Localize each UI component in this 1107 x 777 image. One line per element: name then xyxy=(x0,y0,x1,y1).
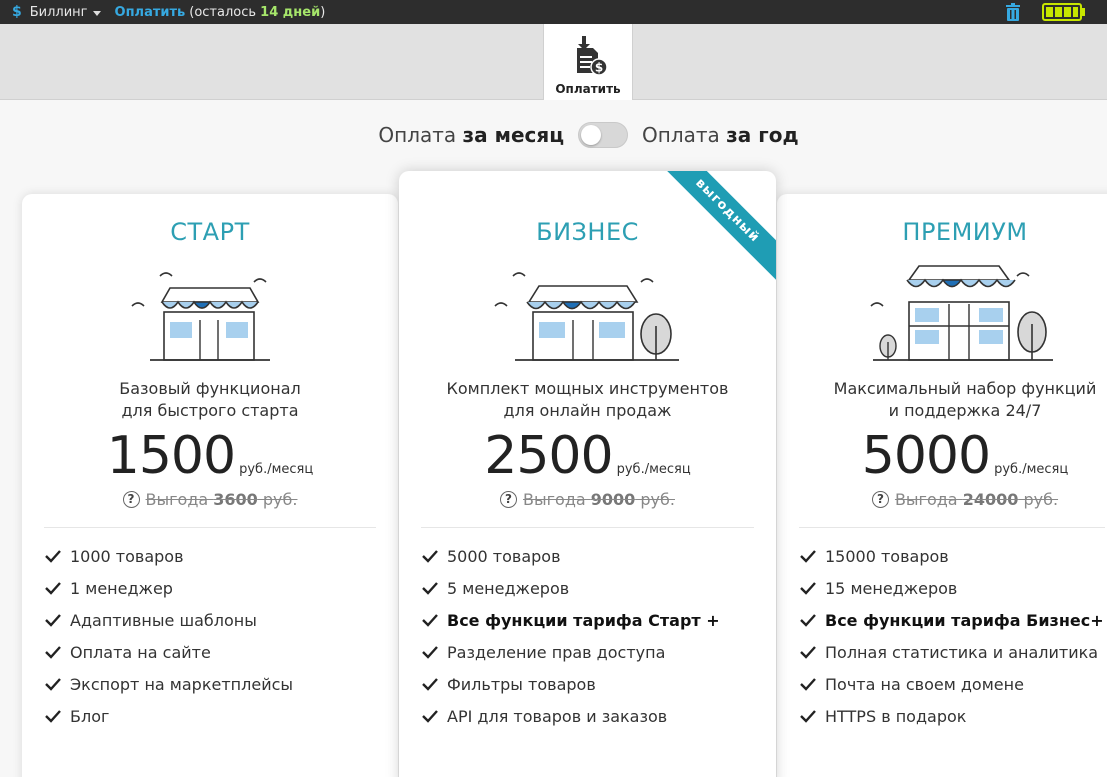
large-store-icon xyxy=(870,265,1053,361)
plan-title: СТАРТ xyxy=(170,218,250,246)
switch-knob xyxy=(581,125,602,145)
remaining-days-text: (осталось 14 дней) xyxy=(189,4,326,20)
check-icon xyxy=(422,582,438,595)
feature-item: HTTPS в подарок xyxy=(799,700,1107,732)
check-icon xyxy=(800,614,816,627)
check-icon xyxy=(45,614,61,627)
plan-description: Максимальный набор функций и поддержка 2… xyxy=(833,379,1097,420)
yearly-label[interactable]: Оплата за год xyxy=(642,123,799,147)
check-icon xyxy=(45,550,61,563)
feature-item: API для товаров и заказов xyxy=(421,700,776,732)
help-icon[interactable]: ? xyxy=(871,491,889,508)
plan-description: Комплект мощных инструментов для онлайн … xyxy=(446,379,729,420)
plan-card-premium[interactable]: ПРЕМИУМ Максимальный набор функций и под… xyxy=(777,194,1107,777)
price-row: 2500 руб./месяц xyxy=(399,426,776,486)
price-value: 2500 xyxy=(484,426,613,486)
feature-item: 1000 товаров xyxy=(44,540,398,572)
savings: ? Выгода 3600 руб. xyxy=(22,490,398,509)
feature-item: Адаптивные шаблоны xyxy=(44,604,398,636)
check-icon xyxy=(45,710,61,723)
check-icon xyxy=(422,646,438,659)
feature-item: 15000 товаров xyxy=(799,540,1107,572)
feature-item: Разделение прав доступа xyxy=(421,636,776,668)
feature-item: Почта на своем домене xyxy=(799,668,1107,700)
feature-item: Все функции тарифа Бизнес+ xyxy=(799,604,1107,636)
caret-down-icon xyxy=(92,10,101,16)
trash-icon[interactable] xyxy=(1003,2,1023,22)
ribbon: выгодный xyxy=(656,171,776,291)
divider xyxy=(799,527,1105,528)
check-icon xyxy=(422,710,438,723)
period-switch[interactable] xyxy=(578,122,629,148)
price-value: 1500 xyxy=(106,426,236,486)
price-unit: руб./месяц xyxy=(994,462,1069,477)
billing-period-toggle: Оплата за месяц Оплата за год xyxy=(0,122,1107,148)
check-icon xyxy=(800,710,816,723)
small-store-icon xyxy=(131,272,270,361)
divider xyxy=(44,527,376,528)
battery-icon xyxy=(1042,3,1085,21)
pay-tab-label: Оплатить xyxy=(555,82,621,96)
help-icon[interactable]: ? xyxy=(500,491,518,508)
help-icon[interactable]: ? xyxy=(122,491,140,508)
remaining-days-value: 14 дней xyxy=(260,4,321,20)
plan-description: Базовый функционал для быстрого старта xyxy=(119,379,301,420)
feature-item: 1 менеджер xyxy=(44,572,398,604)
check-icon xyxy=(45,646,61,659)
savings: ? Выгода 24000 руб. xyxy=(803,490,1107,509)
monthly-label[interactable]: Оплата за месяц xyxy=(378,123,564,147)
feature-item: Фильтры товаров xyxy=(421,668,776,700)
plan-title: ПРЕМИУМ xyxy=(902,218,1028,246)
billing-menu-label: Биллинг xyxy=(29,4,88,20)
feature-item: Экспорт на маркетплейсы xyxy=(44,668,398,700)
pay-tab[interactable]: $ Оплатить xyxy=(543,24,633,100)
feature-list: 15000 товаров 15 менеджеров Все функции … xyxy=(777,540,1107,732)
price-unit: руб./месяц xyxy=(239,462,314,477)
feature-item: 15 менеджеров xyxy=(799,572,1107,604)
check-icon xyxy=(800,678,816,691)
toolbar-band: $ Оплатить xyxy=(0,24,1107,100)
feature-item: Оплата на сайте xyxy=(44,636,398,668)
medium-store-icon xyxy=(493,272,679,361)
check-icon xyxy=(800,646,816,659)
billing-menu[interactable]: Биллинг xyxy=(30,5,101,20)
check-icon xyxy=(800,582,816,595)
feature-list: 1000 товаров 1 менеджер Адаптивные шабло… xyxy=(22,540,398,732)
plan-card-start[interactable]: СТАРТ Базовый функционал для быстрого ст… xyxy=(22,194,398,777)
savings: ? Выгода 9000 руб. xyxy=(399,490,776,509)
feature-item: 5 менеджеров xyxy=(421,572,776,604)
price-value: 5000 xyxy=(861,426,991,486)
plan-card-business[interactable]: выгодный БИЗНЕС Комплект мощных инструме… xyxy=(399,171,776,777)
feature-item: Блог xyxy=(44,700,398,732)
svg-text:$: $ xyxy=(595,61,603,75)
feature-item: Полная статистика и аналитика xyxy=(799,636,1107,668)
price-row: 1500 руб./месяц xyxy=(22,426,398,486)
check-icon xyxy=(45,582,61,595)
check-icon xyxy=(422,550,438,563)
divider xyxy=(421,527,754,528)
dollar-icon: $ xyxy=(12,4,22,20)
pay-link[interactable]: Оплатить xyxy=(115,5,186,20)
check-icon xyxy=(422,678,438,691)
feature-list: 5000 товаров 5 менеджеров Все функции та… xyxy=(399,540,776,732)
top-bar: $ Биллинг Оплатить (осталось 14 дней) xyxy=(0,0,1107,24)
check-icon xyxy=(800,550,816,563)
feature-item: Все функции тарифа Старт + xyxy=(421,604,776,636)
check-icon xyxy=(45,678,61,691)
feature-item: 5000 товаров xyxy=(421,540,776,572)
invoice-pay-icon: $ xyxy=(577,36,608,76)
price-row: 5000 руб./месяц xyxy=(803,426,1107,486)
price-unit: руб./месяц xyxy=(616,462,691,477)
ribbon-label: выгодный xyxy=(656,171,776,282)
check-icon xyxy=(422,614,438,627)
